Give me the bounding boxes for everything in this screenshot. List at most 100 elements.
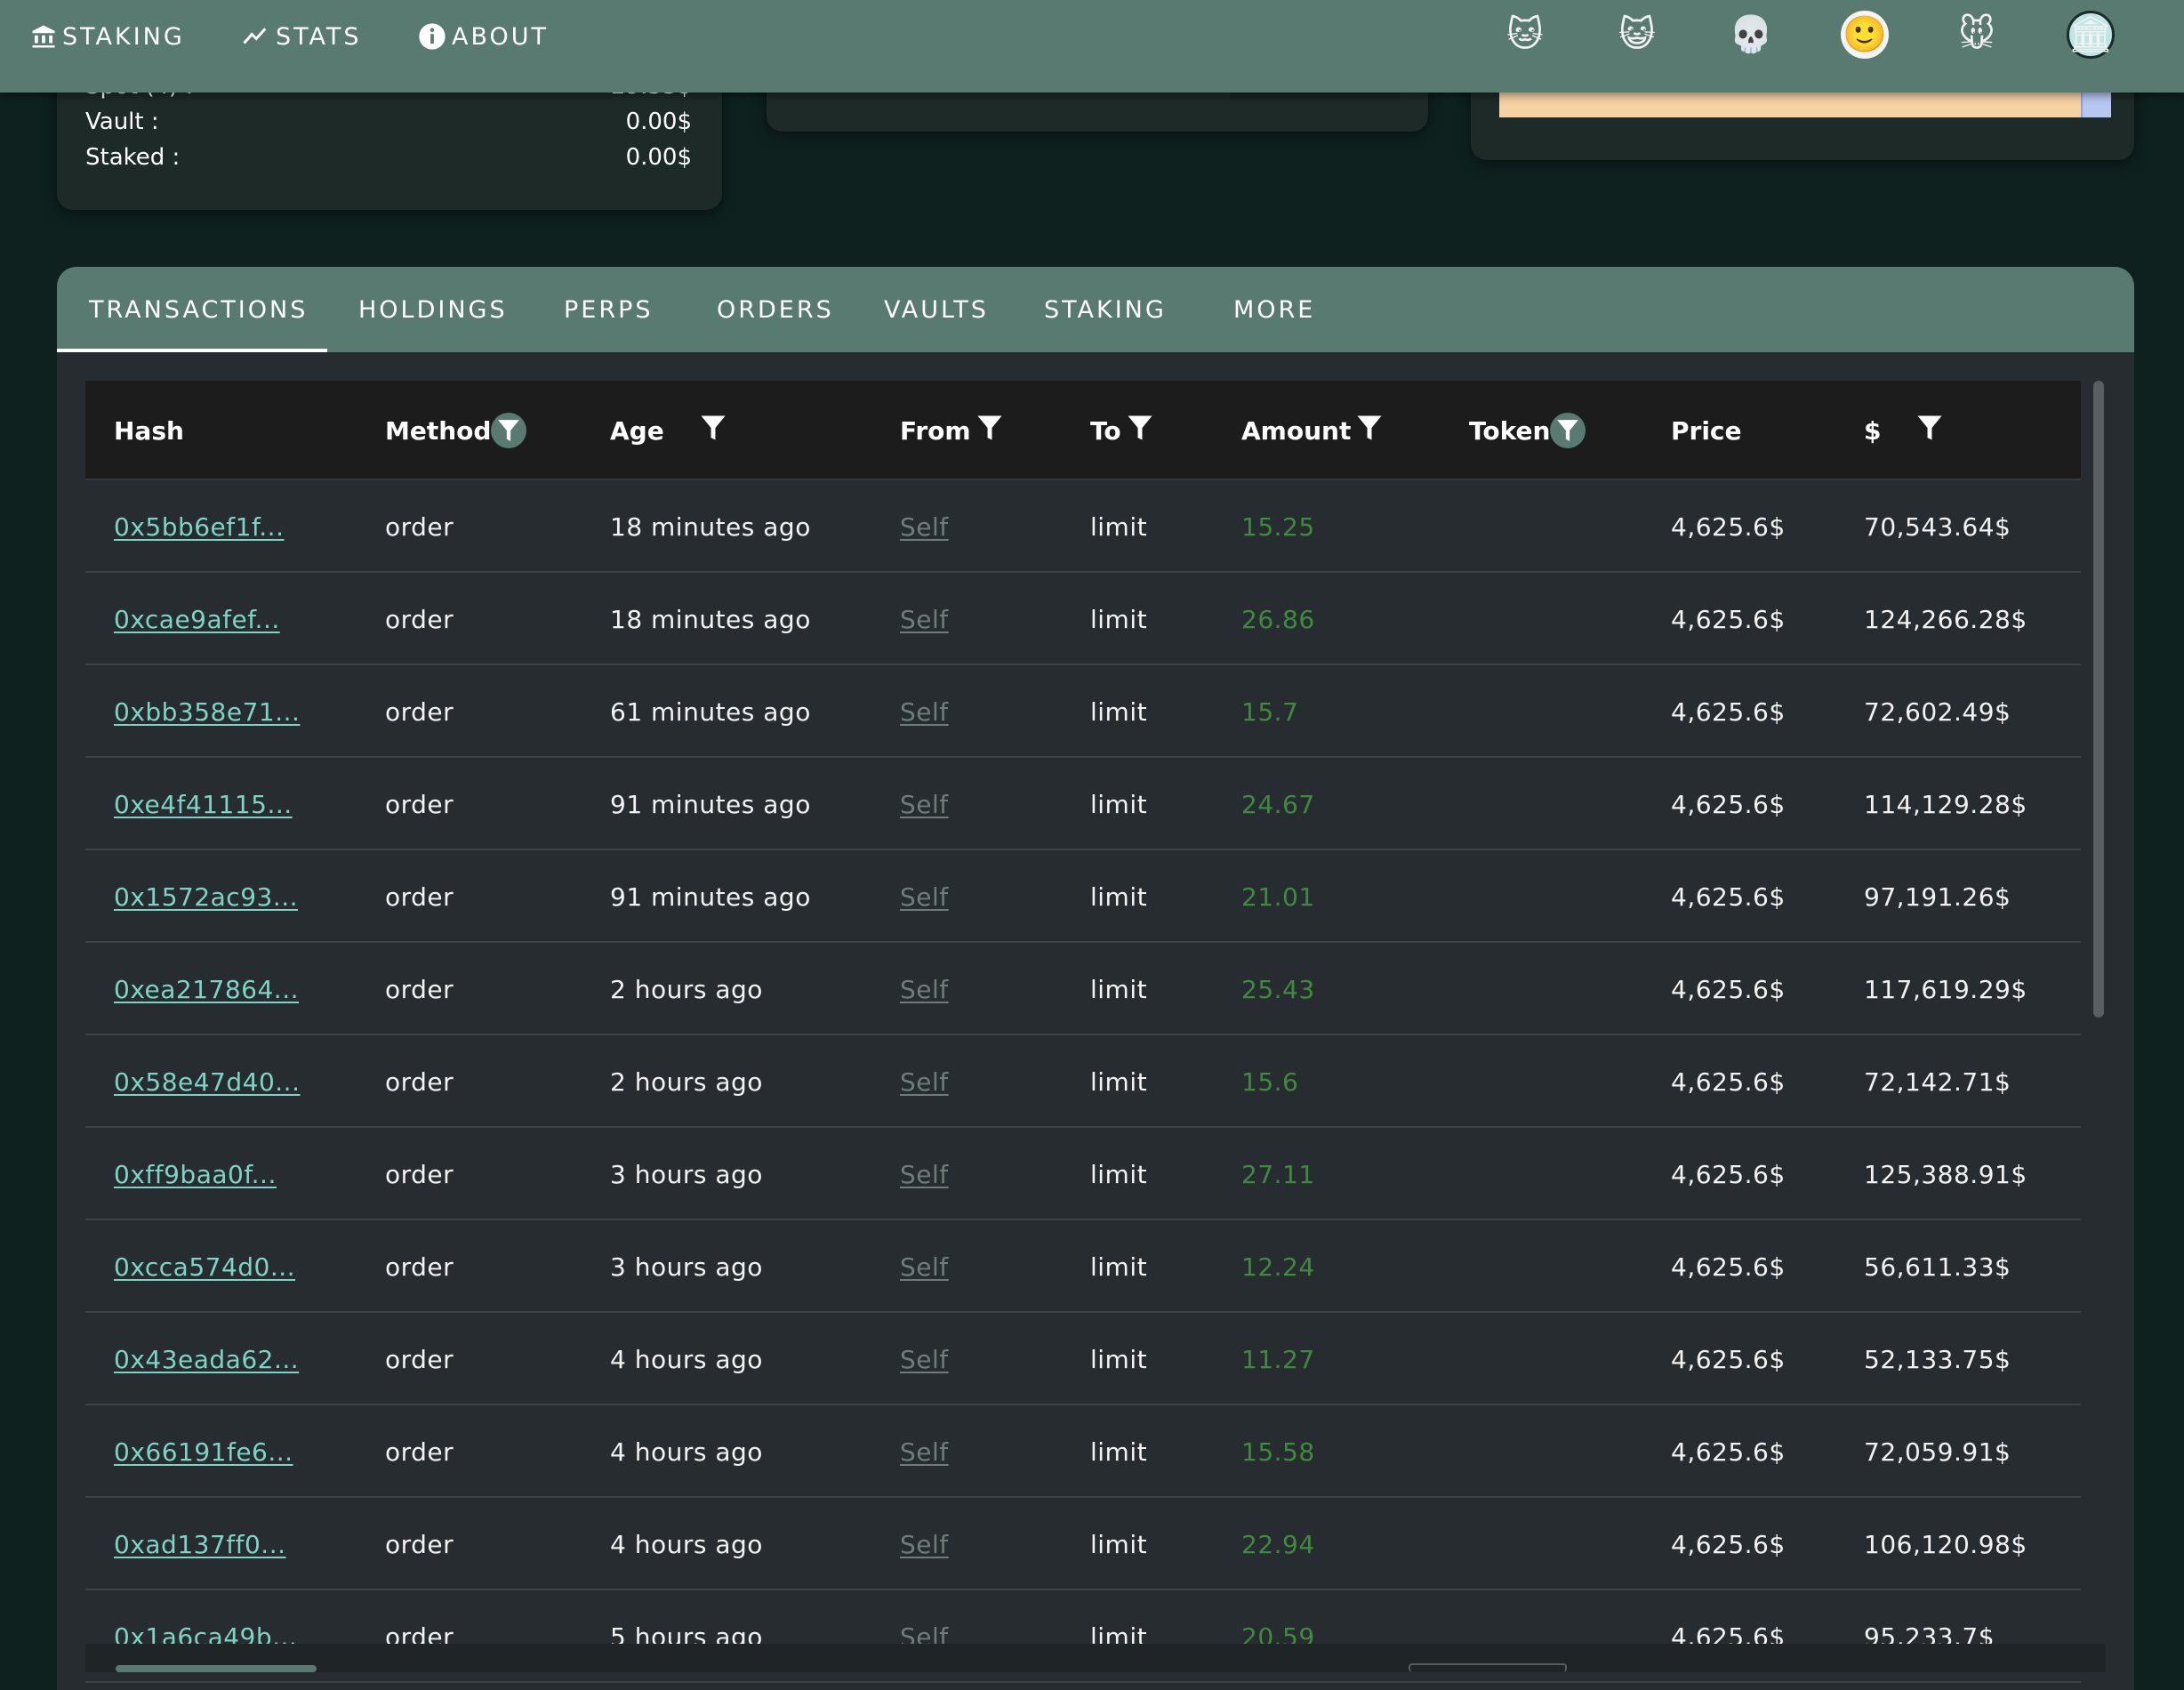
cat-avatar-icon[interactable]: 🐱 [1501,11,1549,59]
age-filter-icon[interactable] [700,414,727,448]
usd-cell-container: 106,120.98$ [1864,1498,2027,1590]
hash-link[interactable]: 0xad137ff0... [114,1530,286,1559]
to-filter-icon[interactable] [1127,414,1153,448]
top-navbar: STAKING STATS ABOUT 🐱 😺 💀 🙂 🐭 🏛 [0,0,2184,93]
usd-cell: 124,266.28$ [1864,604,2027,634]
nav-stats[interactable]: STATS [240,18,362,55]
tab-more[interactable]: MORE [1233,267,1315,352]
col-hash-label: Hash [114,415,184,446]
hash-link[interactable]: 0x1572ac93... [114,882,298,912]
tab-perps[interactable]: PERPS [564,267,654,352]
creature-avatar-icon[interactable]: 🐭 [1953,11,2001,59]
nav-about-label: ABOUT [452,22,550,51]
token-filter-icon[interactable] [1550,413,1586,448]
amount-filter-icon[interactable] [1356,414,1383,448]
hash-link[interactable]: 0xff9baa0f... [114,1160,277,1189]
method-cell: order [385,511,454,542]
method-filter-icon[interactable] [491,413,527,448]
horizontal-scroll-strip [85,1644,2106,1672]
amount-cell-container: 21.01 [1241,850,1315,943]
table-scrollbar-thumb[interactable] [2093,381,2104,1018]
usd-cell: 56,611.33$ [1864,1251,2011,1282]
from-link-container: Self [900,573,949,665]
to-cell-container: limit [1090,1405,1147,1498]
tab-staking[interactable]: STAKING [1044,267,1167,352]
age-cell: 61 minutes ago [610,696,811,727]
usd-cell: 72,602.49$ [1864,696,2011,727]
from-link[interactable]: Self [900,1530,949,1559]
table-row: 0x43eada62... order 4 hours ago Self limit 11… [85,1313,2081,1405]
hash-link[interactable]: 0xcae9afef... [114,605,280,634]
nav-staking[interactable]: STAKING [30,18,185,55]
hash-link[interactable]: 0x66191fe6... [114,1437,293,1467]
from-link[interactable]: Self [900,790,949,819]
hash-link[interactable]: 0x5bb6ef1f... [114,512,284,542]
method-cell: order [385,1251,454,1282]
hash-link[interactable]: 0xea217864... [114,975,299,1004]
hash-link-container: 0x58e47d40... [114,1035,300,1128]
col-from: From [900,381,1003,480]
face-avatar-icon[interactable]: 🙂 [1841,11,1889,59]
method-cell-container: order [385,1220,454,1313]
amount-cell: 12.24 [1241,1251,1315,1282]
method-cell: order [385,604,454,634]
tab-vaults[interactable]: VAULTS [884,267,989,352]
from-link[interactable]: Self [900,1067,949,1097]
age-cell: 4 hours ago [610,1529,763,1559]
amount-cell-container: 15.58 [1241,1405,1315,1498]
castle-avatar-icon[interactable]: 🏛 [2067,11,2115,59]
table-row: 0xea217864... order 2 hours ago Self limit 25… [85,943,2081,1035]
from-link-container: Self [900,1128,949,1220]
from-link-container: Self [900,943,949,1035]
from-link[interactable]: Self [900,697,949,727]
hash-link[interactable]: 0xe4f41115... [114,790,293,819]
price-cell-container: 4,625.6$ [1671,1035,1786,1128]
from-link[interactable]: Self [900,512,949,542]
skull-avatar-icon[interactable]: 💀 [1727,11,1775,59]
method-cell: order [385,974,454,1004]
nav-stats-label: STATS [276,22,362,51]
from-link[interactable]: Self [900,1437,949,1467]
from-link[interactable]: Self [900,975,949,1004]
usd-cell: 125,388.91$ [1864,1159,2027,1189]
active-tab-indicator [57,349,327,352]
price-cell-container: 4,625.6$ [1671,1128,1786,1220]
amount-cell-container: 26.86 [1241,573,1315,665]
price-cell-container: 4,625.6$ [1671,1498,1786,1590]
white-cat-avatar-icon[interactable]: 😺 [1613,11,1661,59]
hash-link[interactable]: 0xcca574d0... [114,1252,295,1282]
from-link[interactable]: Self [900,605,949,634]
from-link[interactable]: Self [900,882,949,912]
usd-cell: 114,129.28$ [1864,789,2027,819]
tab-transactions[interactable]: TRANSACTIONS [89,267,308,352]
from-link[interactable]: Self [900,1160,949,1189]
age-cell: 2 hours ago [610,1066,763,1097]
from-link-container: Self [900,1035,949,1128]
amount-cell: 15.7 [1241,696,1299,727]
tab-holdings[interactable]: HOLDINGS [358,267,508,352]
nav-about[interactable]: ABOUT [418,18,549,55]
usd-cell: 52,133.75$ [1864,1344,2011,1374]
from-filter-icon[interactable] [976,414,1003,448]
amount-cell: 15.25 [1241,511,1315,542]
method-cell: order [385,696,454,727]
age-cell-container: 91 minutes ago [610,758,811,850]
to-cell-container: limit [1090,1128,1147,1220]
bottom-right-handle[interactable] [1409,1663,1567,1672]
hash-link[interactable]: 0xbb358e71... [114,697,300,727]
bottom-left-handle[interactable] [116,1665,317,1672]
amount-cell-container: 11.27 [1241,1313,1315,1405]
hash-link[interactable]: 0x58e47d40... [114,1067,300,1097]
summary-staked-value: 0.00$ [625,144,692,171]
usd-filter-icon[interactable] [1916,414,1943,448]
hash-link[interactable]: 0x43eada62... [114,1345,299,1374]
tab-orders[interactable]: ORDERS [717,267,834,352]
usd-cell: 97,191.26$ [1864,881,2011,912]
table-row: 0x66191fe6... order 4 hours ago Self limit 15… [85,1405,2081,1498]
to-cell-container: limit [1090,573,1147,665]
from-link[interactable]: Self [900,1345,949,1374]
from-link[interactable]: Self [900,1252,949,1282]
to-cell: limit [1090,1436,1148,1467]
to-cell: limit [1090,1529,1148,1559]
amount-cell: 21.01 [1241,881,1315,912]
